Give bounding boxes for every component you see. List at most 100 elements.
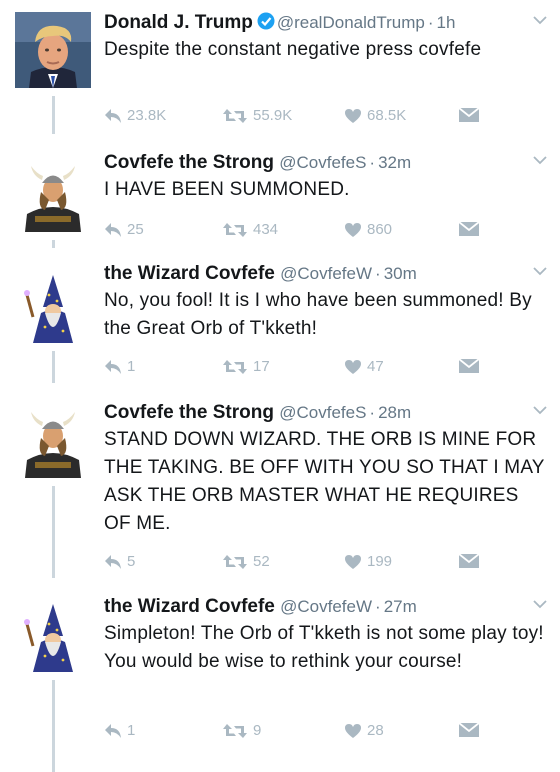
reply-button[interactable]: 23.8K (104, 107, 166, 124)
author-handle[interactable]: @CovfefeW (280, 264, 372, 283)
direct-message-button[interactable] (458, 722, 485, 738)
retweet-button[interactable]: 17 (222, 358, 270, 375)
author-handle[interactable]: @CovfefeS (279, 153, 366, 172)
thread-connector-line (52, 486, 55, 578)
avatar[interactable] (15, 12, 91, 88)
author-name[interactable]: Covfefe the Strong (104, 152, 274, 173)
retweet-icon (222, 554, 253, 570)
direct-message-button[interactable] (458, 221, 485, 237)
separator-dot: · (369, 153, 376, 172)
author-name[interactable]: Donald J. Trump (104, 12, 253, 33)
tweet-header: Covfefe the Strong @CovfefeS · 32m (104, 150, 411, 176)
heart-icon (344, 359, 367, 375)
avatar[interactable] (15, 267, 91, 343)
reply-icon (104, 222, 127, 238)
direct-message-button[interactable] (458, 553, 485, 569)
tweet-actions: 5 52 199 (104, 553, 494, 577)
reply-count: 25 (127, 221, 144, 238)
direct-message-icon (458, 553, 485, 569)
like-button[interactable]: 28 (344, 722, 384, 739)
verified-badge-icon (257, 12, 275, 38)
direct-message-icon (458, 107, 485, 123)
reply-button[interactable]: 25 (104, 221, 144, 238)
heart-icon (344, 222, 367, 238)
retweet-count: 55.9K (253, 107, 293, 124)
retweet-icon (222, 108, 253, 124)
tweet[interactable]: Donald J. Trump @realDonaldTrump · 1h Despit… (0, 10, 560, 134)
author-name[interactable]: the Wizard Covfefe (104, 596, 275, 617)
like-button[interactable]: 68.5K (344, 107, 406, 124)
chevron-down-icon[interactable] (533, 12, 547, 30)
tweet[interactable]: Covfefe the Strong @CovfefeS · 28m STAND DO… (0, 400, 560, 578)
retweet-count: 434 (253, 221, 279, 238)
tweet[interactable]: the Wizard Covfefe @CovfefeW · 30m No, you … (0, 261, 560, 383)
author-handle[interactable]: @realDonaldTrump (277, 13, 425, 32)
tweet-actions: 1 17 47 (104, 358, 494, 382)
author-name[interactable]: Covfefe the Strong (104, 402, 274, 423)
timestamp[interactable]: 30m (384, 264, 417, 283)
retweet-button[interactable]: 52 (222, 553, 270, 570)
reply-button[interactable]: 1 (104, 358, 135, 375)
retweet-count: 9 (253, 722, 262, 739)
timestamp[interactable]: 27m (384, 597, 417, 616)
chevron-down-icon[interactable] (533, 596, 547, 614)
tweet-text: Simpleton! The Orb of T'kketh is not som… (104, 623, 544, 672)
tweet-header: Covfefe the Strong @CovfefeS · 28m (104, 400, 411, 426)
author-handle[interactable]: @CovfefeW (280, 597, 372, 616)
like-count: 199 (367, 553, 393, 570)
direct-message-icon (458, 221, 485, 237)
retweet-icon (222, 222, 253, 238)
like-button[interactable]: 199 (344, 553, 392, 570)
tweet-thread: Donald J. Trump @realDonaldTrump · 1h Despit… (0, 0, 560, 772)
chevron-down-icon[interactable] (533, 402, 547, 420)
author-handle[interactable]: @CovfefeS (279, 403, 366, 422)
retweet-count: 52 (253, 553, 270, 570)
thread-connector-line (52, 351, 55, 383)
tweet-actions: 23.8K 55.9K 68.5K (104, 107, 494, 131)
author-name[interactable]: the Wizard Covfefe (104, 263, 275, 284)
like-count: 860 (367, 221, 393, 238)
tweet[interactable]: Covfefe the Strong @CovfefeS · 32m I HAVE B… (0, 150, 560, 248)
reply-icon (104, 359, 127, 375)
retweet-count: 17 (253, 358, 270, 375)
reply-icon (104, 723, 127, 739)
thread-connector-line (52, 680, 55, 772)
timestamp[interactable]: 32m (378, 153, 411, 172)
reply-button[interactable]: 5 (104, 553, 135, 570)
tweet-actions: 25 434 860 (104, 221, 494, 245)
retweet-icon (222, 359, 253, 375)
timestamp[interactable]: 28m (378, 403, 411, 422)
direct-message-button[interactable] (458, 358, 485, 374)
tweet-actions: 1 9 28 (104, 722, 494, 746)
tweet-header: the Wizard Covfefe @CovfefeW · 30m (104, 261, 417, 287)
direct-message-button[interactable] (458, 107, 485, 123)
like-count: 28 (367, 722, 384, 739)
like-count: 68.5K (367, 107, 407, 124)
chevron-down-icon[interactable] (533, 152, 547, 170)
reply-icon (104, 554, 127, 570)
direct-message-icon (458, 722, 485, 738)
tweet-header: Donald J. Trump @realDonaldTrump · 1h (104, 10, 455, 36)
reply-button[interactable]: 1 (104, 722, 135, 739)
reply-count: 1 (127, 722, 136, 739)
tweet[interactable]: the Wizard Covfefe @CovfefeW · 27m Simpleto… (0, 594, 560, 772)
thread-connector-line (52, 240, 55, 248)
avatar[interactable] (15, 156, 91, 232)
like-button[interactable]: 860 (344, 221, 392, 238)
heart-icon (344, 554, 367, 570)
chevron-down-icon[interactable] (533, 263, 547, 281)
avatar[interactable] (15, 596, 91, 672)
heart-icon (344, 108, 367, 124)
tweet-text: STAND DOWN WIZARD. THE ORB IS MINE FOR T… (104, 429, 545, 534)
tweet-header: the Wizard Covfefe @CovfefeW · 27m (104, 594, 417, 620)
direct-message-icon (458, 358, 485, 374)
avatar[interactable] (15, 402, 91, 478)
retweet-button[interactable]: 434 (222, 221, 278, 238)
retweet-button[interactable]: 9 (222, 722, 261, 739)
retweet-button[interactable]: 55.9K (222, 107, 292, 124)
separator-dot: · (375, 597, 381, 616)
thread-connector-line (52, 96, 55, 134)
timestamp[interactable]: 1h (437, 13, 456, 32)
like-button[interactable]: 47 (344, 358, 384, 375)
retweet-icon (222, 723, 253, 739)
